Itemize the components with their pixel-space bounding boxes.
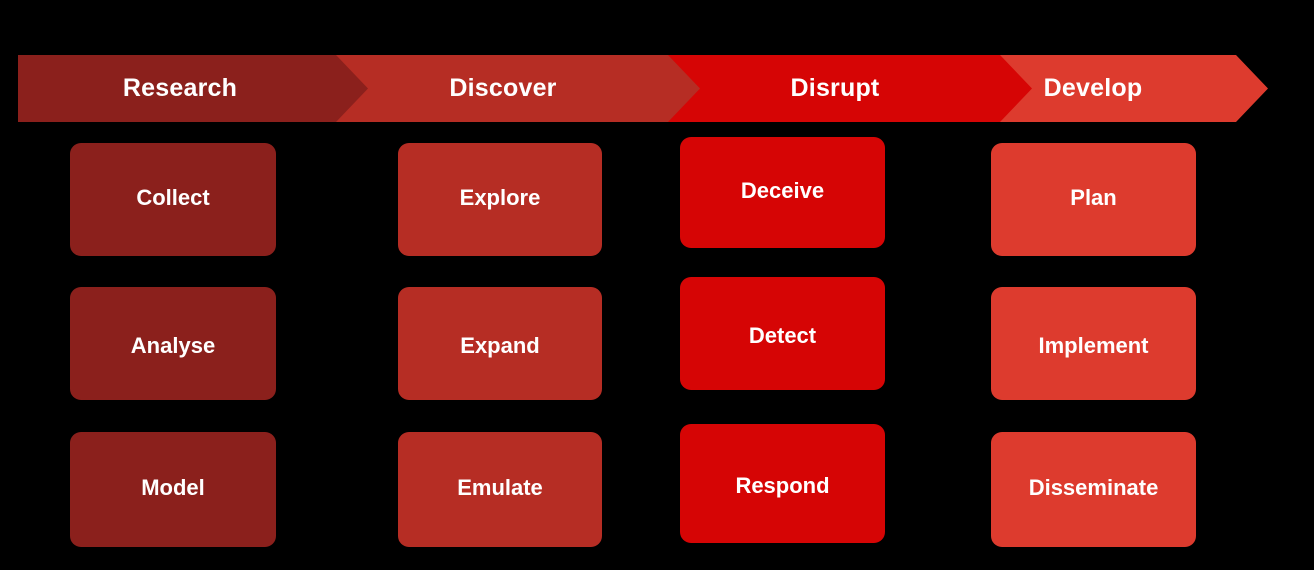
card-expand-label: Expand bbox=[460, 332, 540, 358]
phase-chevron-research-label: Research bbox=[122, 74, 238, 102]
card-respond-label: Respond bbox=[735, 472, 830, 498]
phase-chevron-disrupt[interactable]: Disrupt bbox=[650, 55, 1032, 122]
card-analyse[interactable]: Analyse bbox=[70, 287, 276, 400]
card-collect[interactable]: Collect bbox=[70, 143, 276, 256]
card-emulate[interactable]: Emulate bbox=[398, 432, 602, 547]
diagram-canvas: Research Discover Disrupt Develop Collec… bbox=[0, 0, 1314, 570]
card-plan[interactable]: Plan bbox=[991, 143, 1196, 256]
card-disseminate[interactable]: Disseminate bbox=[991, 432, 1196, 547]
phase-chevron-develop-label: Develop bbox=[1043, 74, 1143, 102]
card-respond[interactable]: Respond bbox=[680, 424, 885, 543]
card-disseminate-label: Disseminate bbox=[1028, 474, 1159, 500]
card-model[interactable]: Model bbox=[70, 432, 276, 547]
card-analyse-label: Analyse bbox=[130, 332, 216, 358]
phase-chevron-discover[interactable]: Discover bbox=[318, 55, 700, 122]
card-model-label: Model bbox=[141, 474, 205, 500]
card-deceive[interactable]: Deceive bbox=[680, 137, 885, 248]
card-explore-label: Explore bbox=[459, 184, 541, 210]
card-emulate-label: Emulate bbox=[457, 474, 543, 500]
card-expand[interactable]: Expand bbox=[398, 287, 602, 400]
phase-banner: Research Discover Disrupt Develop bbox=[18, 55, 1268, 122]
card-plan-label: Plan bbox=[1070, 184, 1117, 210]
card-detect-label: Detect bbox=[748, 322, 817, 348]
card-explore[interactable]: Explore bbox=[398, 143, 602, 256]
card-collect-label: Collect bbox=[136, 184, 210, 210]
phase-chevron-research[interactable]: Research bbox=[18, 55, 368, 122]
phase-chevron-disrupt-label: Disrupt bbox=[790, 74, 880, 102]
card-detect[interactable]: Detect bbox=[680, 277, 885, 390]
card-implement[interactable]: Implement bbox=[991, 287, 1196, 400]
phase-chevron-discover-label: Discover bbox=[449, 74, 557, 102]
card-deceive-label: Deceive bbox=[740, 177, 825, 203]
card-implement-label: Implement bbox=[1038, 332, 1149, 358]
